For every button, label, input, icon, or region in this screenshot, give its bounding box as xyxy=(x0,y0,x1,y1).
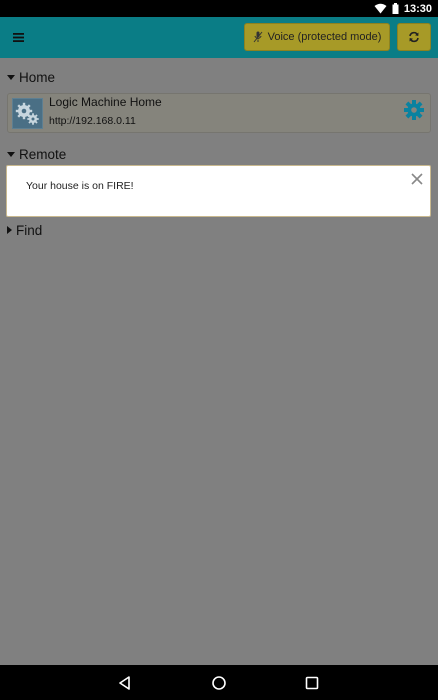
device-settings-button[interactable] xyxy=(402,98,426,122)
expand-down-icon xyxy=(7,151,15,157)
expand-down-icon xyxy=(7,74,15,80)
back-icon xyxy=(119,676,130,690)
back-button[interactable] xyxy=(116,674,134,692)
device-card[interactable]: Logic Machine Home http://192.168.0.11 xyxy=(7,93,431,133)
hamburger-icon xyxy=(12,32,24,42)
device-url: http://192.168.0.11 xyxy=(49,115,136,127)
gear-icon xyxy=(404,100,424,120)
refresh-icon xyxy=(409,31,419,43)
recents-icon xyxy=(305,676,319,690)
voice-button-label: Voice (protected mode) xyxy=(267,31,382,43)
gears-icon xyxy=(15,102,39,125)
section-home[interactable]: Home xyxy=(7,68,55,86)
toast-message: Your house is on FIRE! xyxy=(26,180,134,192)
menu-button[interactable] xyxy=(10,29,26,45)
content-area: Home Logic Machine Home http://192.168.0… xyxy=(0,58,438,665)
section-find[interactable]: Find xyxy=(7,221,42,239)
expand-right-icon xyxy=(7,226,12,234)
section-remote-label: Remote xyxy=(19,146,67,162)
device-name: Logic Machine Home xyxy=(49,95,162,109)
section-find-label: Find xyxy=(16,222,43,238)
home-button[interactable] xyxy=(210,674,228,692)
device-thumbnail xyxy=(12,98,43,129)
app-bar: Voice (protected mode) xyxy=(0,17,438,58)
navigation-bar xyxy=(0,665,438,700)
status-time: 13:30 xyxy=(403,2,432,15)
section-remote[interactable]: Remote xyxy=(7,145,66,163)
home-circle-icon xyxy=(212,676,226,690)
close-icon xyxy=(411,173,423,185)
microphone-muted-icon xyxy=(253,31,263,43)
toast-notification: Your house is on FIRE! xyxy=(6,165,431,217)
recents-button[interactable] xyxy=(303,674,321,692)
toast-close-button[interactable] xyxy=(410,172,424,186)
section-home-label: Home xyxy=(19,69,56,85)
wifi-icon xyxy=(374,3,387,14)
battery-icon xyxy=(392,3,399,14)
refresh-button[interactable] xyxy=(397,23,431,51)
status-bar: 13:30 xyxy=(0,0,438,17)
voice-button[interactable]: Voice (protected mode) xyxy=(244,23,390,51)
